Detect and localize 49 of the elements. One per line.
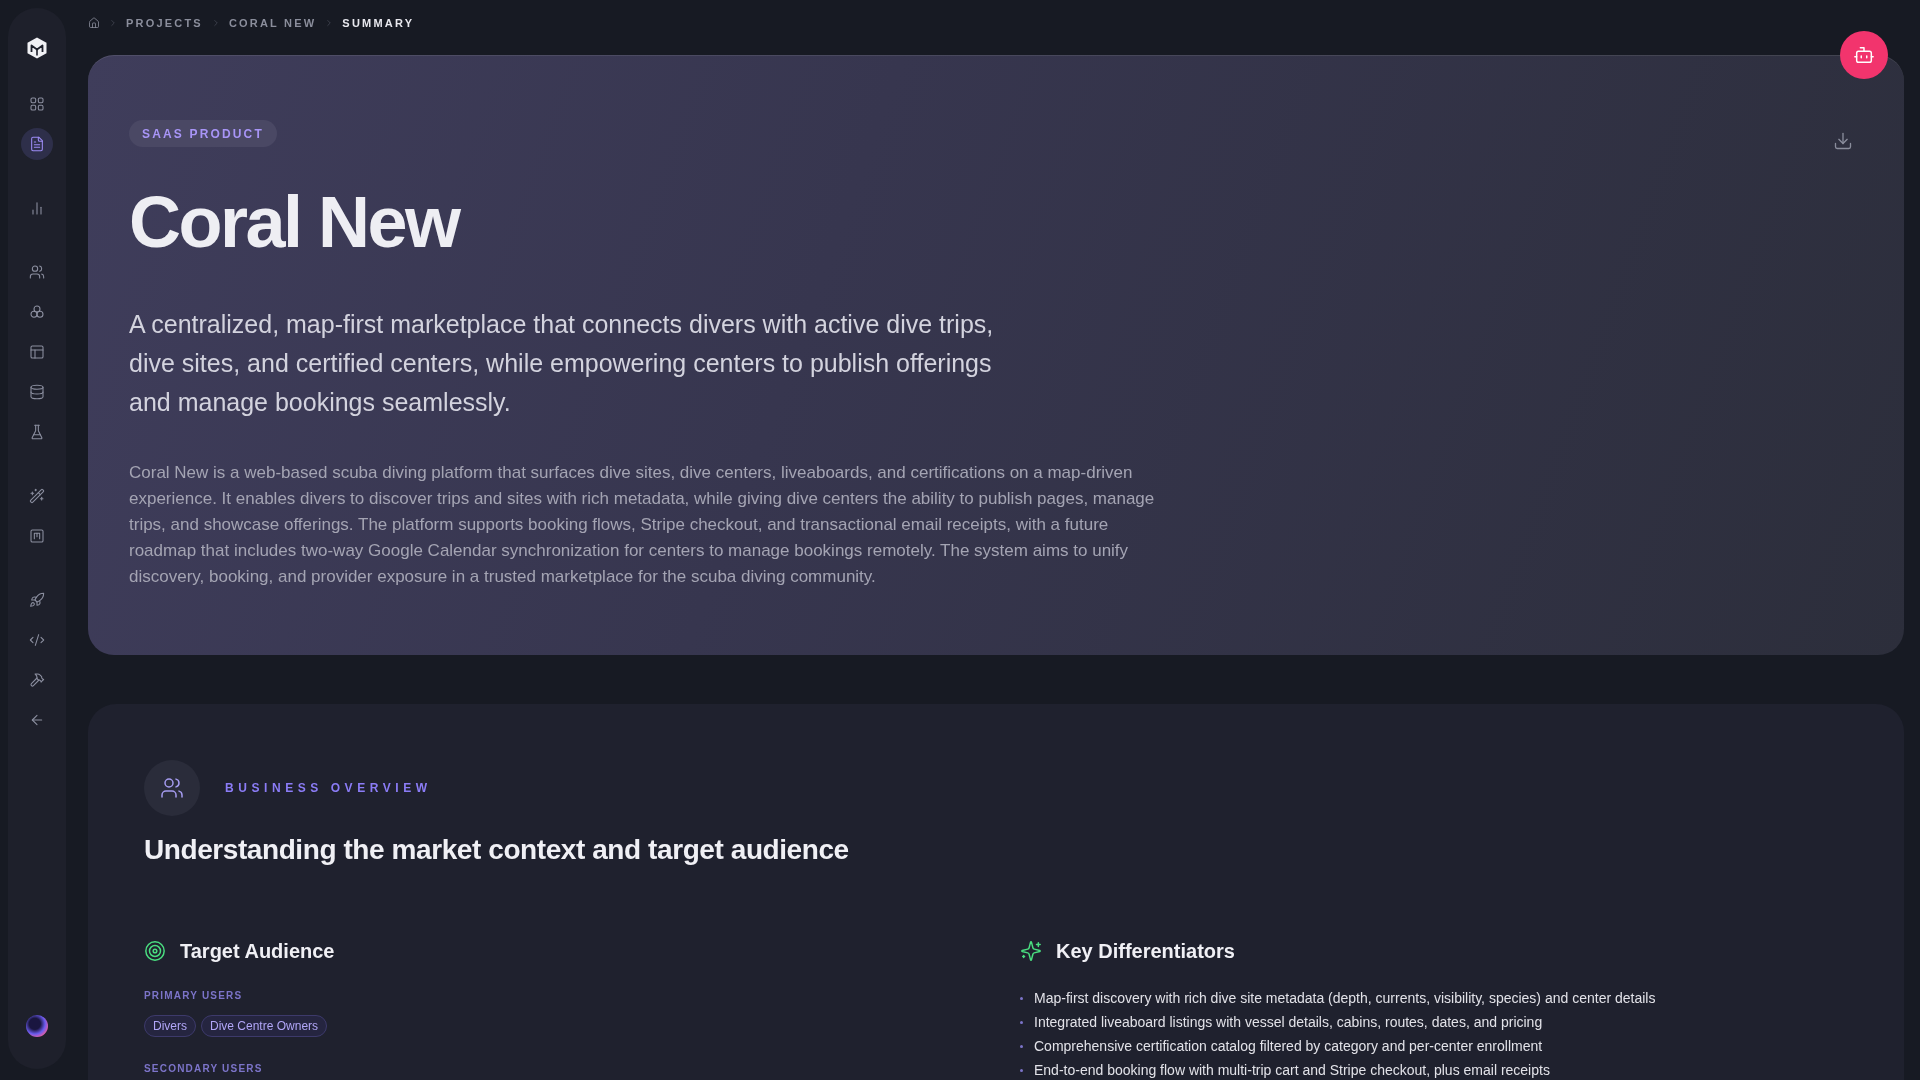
tagline: A centralized, map-first marketplace that connects divers with active dive trips, dive sites, and certified centers, while empowering centers to publish offerings and manage bookings seamlessly. [129,309,995,418]
section-eyebrow: BUSINESS OVERVIEW [225,780,432,797]
kanban-icon [29,528,45,544]
file-icon [29,136,45,152]
differentiator-item: Map-first discovery with rich dive site metadata (depth, currents, visibility, species) and center details [1034,989,1656,1008]
description: Coral New is a web-based scuba diving platform that surfaces dive sites, dive centers, liveaboards, and certifications on a map-driven experience. It enables divers to discover trips and sites with rich metadata, while giving dive centers the ability to publish pages, manage trips, and showcase offerings. The platform supports booking flows, Stripe checkout, and transactional email receipts, with a future roadmap that includes two-way Google Calendar synchronization for centers to manage bookings remotely. The system aims to unify discovery, booking, and provider exposure in a trusted marketplace for the scuba diving community. [129,462,1156,588]
rocket-icon [29,592,45,608]
chevron-right-icon [108,18,118,28]
user-avatar[interactable] [26,1015,48,1037]
section-heading: Understanding the market context and target audience [144,833,850,867]
download-icon [1833,131,1853,151]
home-icon [88,17,100,29]
code-icon [29,632,45,648]
breadcrumb-link[interactable]: SUMMARY [342,15,415,31]
circles-icon [29,304,45,320]
user-group-label: PRIMARY USERS [144,989,244,1003]
user-group-label: SECONDARY USERS [144,1062,264,1076]
database-icon [29,384,45,400]
breadcrumb-link[interactable]: CORAL NEW [228,15,317,31]
nav-button[interactable] [21,128,53,160]
arrow-left-icon [29,712,45,728]
differentiator-item: End-to-end booking flow with multi-trip cart and Stripe checkout, plus email receipts [1034,1061,1550,1080]
wand-icon [29,488,45,504]
bar-chart-icon [29,200,45,216]
bullet-icon [1020,1020,1023,1024]
layout-icon [29,344,45,360]
differentiator-item: Comprehensive certification catalog filtered by category and per-center enrollment [1034,1037,1543,1056]
category-badge: SAAS PRODUCT [129,120,277,147]
download-button[interactable] [1833,131,1853,151]
flask-icon [29,424,45,440]
assistant-button[interactable] [1840,31,1888,79]
cube-logo[interactable] [25,36,49,60]
bullet-icon [1020,996,1023,1000]
users-icon [29,264,45,280]
home-link[interactable] [88,17,100,29]
hammer-icon [29,672,45,688]
bot-icon [1853,44,1875,66]
target-icon [144,940,166,962]
bullet-icon [1020,1068,1023,1072]
project-title: Coral New [129,186,461,258]
user-tag: Dive Centre Owners [201,1015,328,1037]
breadcrumb-link[interactable]: PROJECTS [126,15,203,31]
subsection-title: Target Audience [180,939,335,964]
subsection-title: Key Differentiators [1056,939,1235,964]
user-tag: Divers [144,1015,196,1037]
differentiator-item: Integrated liveaboard listings with vessel details, cabins, routes, dates, and pricing [1034,1013,1543,1032]
grid-icon [29,96,45,112]
bullet-icon [1020,1044,1023,1048]
sparkles-icon [1020,940,1042,962]
